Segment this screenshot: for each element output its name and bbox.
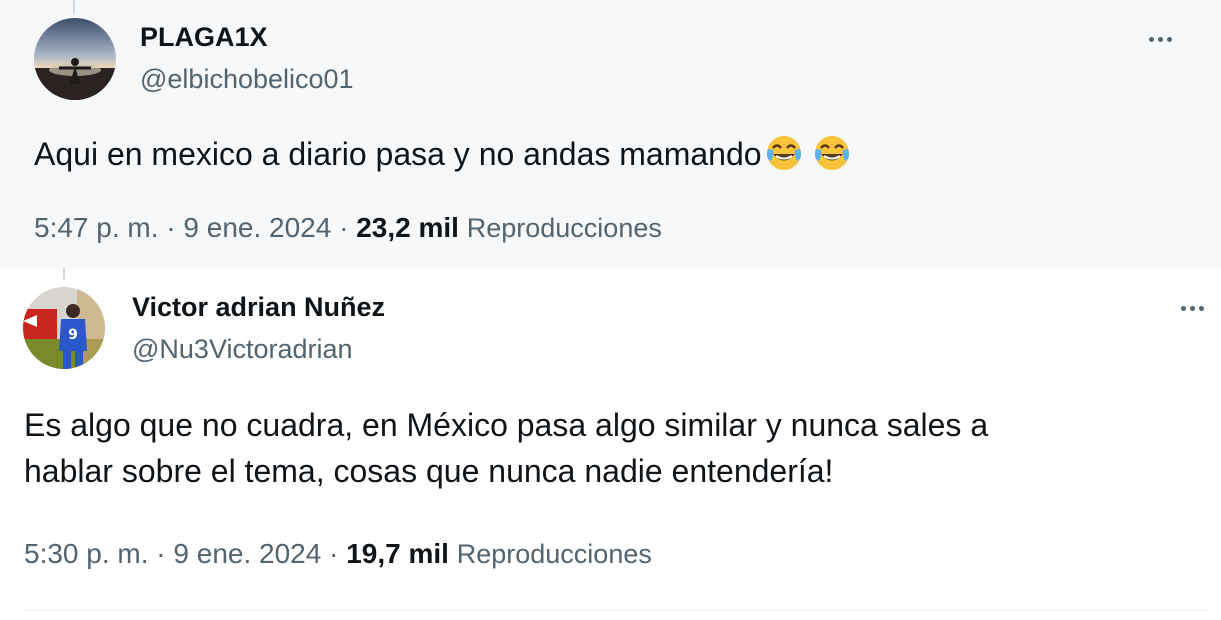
tweet-time[interactable]: 5:47 p. m. <box>34 212 159 243</box>
svg-text:9: 9 <box>68 327 78 343</box>
dot-icon <box>1189 305 1195 311</box>
tweet-text: Es algo que no cuadra, en México pasa al… <box>24 402 988 494</box>
views-label[interactable]: Reproducciones <box>467 213 662 243</box>
views-label[interactable]: Reproducciones <box>457 539 652 569</box>
more-options-button[interactable] <box>1172 293 1212 323</box>
dot-icon <box>1180 305 1186 311</box>
dot-icon <box>1198 305 1204 311</box>
tweet-meta: 5:47 p. m. · 9 ene. 2024 · 23,2 mil Repr… <box>34 212 662 244</box>
tweet-text-line: Es algo que no cuadra, en México pasa al… <box>24 407 989 443</box>
handle[interactable]: @Nu3Victoradrian <box>132 334 353 365</box>
display-name[interactable]: Victor adrian Nuñez <box>132 292 385 323</box>
avatar[interactable]: 9 <box>23 287 105 369</box>
face-with-tears-of-joy-icon <box>814 136 849 170</box>
separator: · <box>329 538 339 569</box>
avatar[interactable] <box>34 18 116 100</box>
tweet-date[interactable]: 9 ene. 2024 <box>183 212 331 243</box>
tweet-meta: 5:30 p. m. · 9 ene. 2024 · 19,7 mil Repr… <box>24 538 652 570</box>
dot-icon <box>1148 36 1154 42</box>
tweet-text: Aqui en mexico a diario pasa y no andas … <box>34 131 852 177</box>
handle[interactable]: @elbichobelico01 <box>140 64 354 95</box>
views-count: 19,7 mil <box>346 538 449 569</box>
divider <box>24 610 1211 611</box>
tweet-text-line: hablar sobre el tema, cosas que nunca na… <box>24 453 834 489</box>
dot-icon <box>1157 36 1163 42</box>
tweet-2[interactable]: 9 Victor adrian Nuñez @Nu3Victoradrian E… <box>0 268 1221 620</box>
thread-line <box>63 268 65 280</box>
thread-line <box>73 0 75 14</box>
separator: · <box>166 212 176 243</box>
face-with-tears-of-joy-icon <box>766 136 801 170</box>
separator: · <box>156 538 166 569</box>
views-count: 23,2 mil <box>356 212 459 243</box>
separator: · <box>339 212 349 243</box>
tweet-time[interactable]: 5:30 p. m. <box>24 538 149 569</box>
more-options-button[interactable] <box>1140 24 1180 54</box>
tweet-text-content: Aqui en mexico a diario pasa y no andas … <box>34 136 762 172</box>
tweet-date[interactable]: 9 ene. 2024 <box>173 538 321 569</box>
tweet-1[interactable]: PLAGA1X @elbichobelico01 Aqui en mexico … <box>0 0 1221 268</box>
display-name[interactable]: PLAGA1X <box>140 22 268 53</box>
dot-icon <box>1166 36 1172 42</box>
